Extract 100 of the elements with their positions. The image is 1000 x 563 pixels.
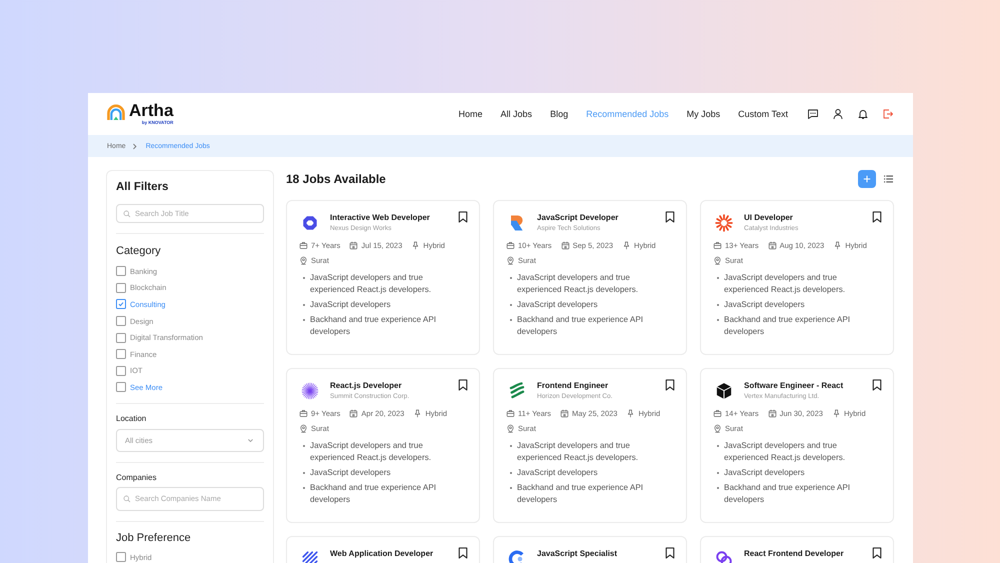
- search-icon: [123, 210, 131, 218]
- job-title[interactable]: Web Application Developer: [330, 549, 434, 558]
- bookmark-icon[interactable]: [872, 211, 882, 223]
- job-requirement: JavaScript developers: [310, 299, 391, 311]
- checkbox[interactable]: [116, 266, 126, 276]
- logout-icon[interactable]: [882, 108, 894, 120]
- checkbox[interactable]: [116, 332, 126, 343]
- cube-logo-icon: [715, 382, 733, 400]
- bookmark-icon[interactable]: [665, 547, 675, 559]
- pushpin-icon: [626, 409, 636, 418]
- bookmark-icon[interactable]: [458, 379, 468, 391]
- brand-name: Artha: [129, 102, 174, 120]
- job-card[interactable]: [286, 368, 480, 523]
- pushpin-icon: [622, 241, 632, 250]
- job-requirement: JavaScript developers and true experienced React.js developers.: [310, 440, 432, 464]
- job-title[interactable]: JavaScript Developer: [537, 213, 618, 222]
- starburst-logo-icon: [301, 382, 319, 400]
- bookmark-icon[interactable]: [665, 379, 675, 391]
- bookmark-icon[interactable]: [458, 547, 468, 559]
- job-requirement: Backhand and true experience API developers: [517, 482, 644, 506]
- bookmark-icon[interactable]: [872, 547, 882, 559]
- job-requirement: Backhand and true experience API developers: [310, 314, 438, 338]
- octagon-ring-logo-icon: [301, 214, 319, 232]
- companies-label: Companies: [116, 472, 158, 483]
- checkbox[interactable]: [116, 316, 126, 326]
- job-requirement: JavaScript developers and true experienced React.js developers.: [724, 440, 846, 464]
- bell-icon[interactable]: [857, 108, 869, 120]
- job-requirement: JavaScript developers: [724, 467, 805, 479]
- job-title[interactable]: JavaScript Specialist: [537, 549, 618, 558]
- checkbox[interactable]: [116, 382, 126, 392]
- briefcase-icon: [506, 409, 515, 418]
- job-card[interactable]: [493, 368, 687, 523]
- checkmark-icon: [117, 300, 125, 308]
- pushpin-icon: [833, 241, 842, 250]
- jobs-count-heading: 18 Jobs Available: [286, 172, 386, 186]
- calendar-icon: [349, 241, 358, 250]
- calendar-icon: [560, 241, 570, 250]
- job-card[interactable]: [286, 200, 480, 355]
- checkbox[interactable]: [116, 299, 126, 310]
- job-title[interactable]: Interactive Web Developer: [330, 213, 430, 222]
- job-requirement: Backhand and true experience API developers: [310, 482, 438, 506]
- job-requirement: JavaScript developers: [724, 299, 805, 311]
- pushpin-icon: [832, 409, 841, 418]
- checkbox[interactable]: [116, 349, 126, 360]
- job-title[interactable]: Software Engineer - React: [744, 381, 844, 390]
- section-title: Job Preference: [116, 530, 192, 545]
- job-requirement: JavaScript developers and true experienced React.js developers.: [517, 440, 640, 464]
- list-view-icon[interactable]: [884, 175, 893, 183]
- bookmark-icon[interactable]: [665, 211, 675, 223]
- job-title[interactable]: UI Developer: [744, 213, 798, 222]
- job-title[interactable]: React.js Developer: [330, 381, 410, 390]
- nav-link[interactable]: Home: [458, 109, 483, 119]
- calendar-icon: [349, 409, 358, 418]
- arch-logo-icon: [106, 104, 126, 121]
- nav-link[interactable]: My Jobs: [686, 109, 720, 119]
- nav-link[interactable]: Custom Text: [738, 109, 788, 119]
- job-requirement: JavaScript developers: [517, 467, 598, 479]
- job-card[interactable]: React Frontend Developer: [700, 536, 894, 563]
- checkbox[interactable]: [116, 366, 126, 376]
- calendar-icon: [560, 409, 570, 418]
- briefcase-icon: [506, 241, 515, 250]
- calendar-icon: [768, 241, 777, 250]
- checkbox[interactable]: [116, 282, 126, 293]
- arc-dot-logo-icon: [508, 550, 526, 563]
- job-card[interactable]: [493, 200, 687, 355]
- plus-icon: [863, 175, 871, 183]
- job-card[interactable]: JavaScript Specialist: [493, 536, 687, 563]
- job-card[interactable]: Web Application Developer: [286, 536, 480, 563]
- job-requirement: JavaScript developers: [310, 467, 391, 479]
- briefcase-icon: [713, 241, 722, 250]
- wave-stripes-logo-icon: [508, 382, 526, 400]
- job-title[interactable]: Frontend Engineer: [537, 381, 612, 390]
- calendar-icon: [768, 409, 777, 418]
- bookmark-icon[interactable]: [458, 211, 468, 223]
- job-requirement: Backhand and true experience API developers: [517, 314, 644, 338]
- add-button[interactable]: [858, 170, 876, 188]
- linked-rings-logo-icon: [715, 550, 733, 563]
- nav-link[interactable]: Blog: [550, 109, 568, 119]
- job-requirement: JavaScript developers and true experienced React.js developers.: [724, 272, 846, 296]
- location-label: Location: [116, 414, 148, 424]
- nav-link[interactable]: All Jobs: [500, 109, 532, 119]
- bookmark-icon[interactable]: [872, 379, 882, 391]
- job-card[interactable]: [700, 368, 894, 523]
- location-pin-icon: [713, 256, 722, 265]
- pushpin-icon: [411, 241, 420, 250]
- checkbox[interactable]: [116, 552, 126, 562]
- job-title[interactable]: React Frontend Developer: [744, 549, 844, 558]
- diagonal-stripes-logo-icon: [301, 550, 319, 563]
- chat-icon[interactable]: [807, 108, 819, 120]
- job-requirement: JavaScript developers and true experienced React.js developers.: [517, 272, 640, 296]
- search-icon: [123, 494, 131, 503]
- user-icon[interactable]: [832, 108, 844, 120]
- briefcase-icon: [299, 409, 308, 418]
- chevron-down-icon: [247, 436, 254, 444]
- filters-title: All Filters: [116, 180, 170, 194]
- sunburst-logo-icon: [715, 214, 733, 232]
- location-pin-icon: [506, 424, 515, 433]
- section-title: Category: [116, 244, 162, 258]
- pushpin-icon: [413, 409, 422, 418]
- briefcase-icon: [299, 241, 308, 250]
